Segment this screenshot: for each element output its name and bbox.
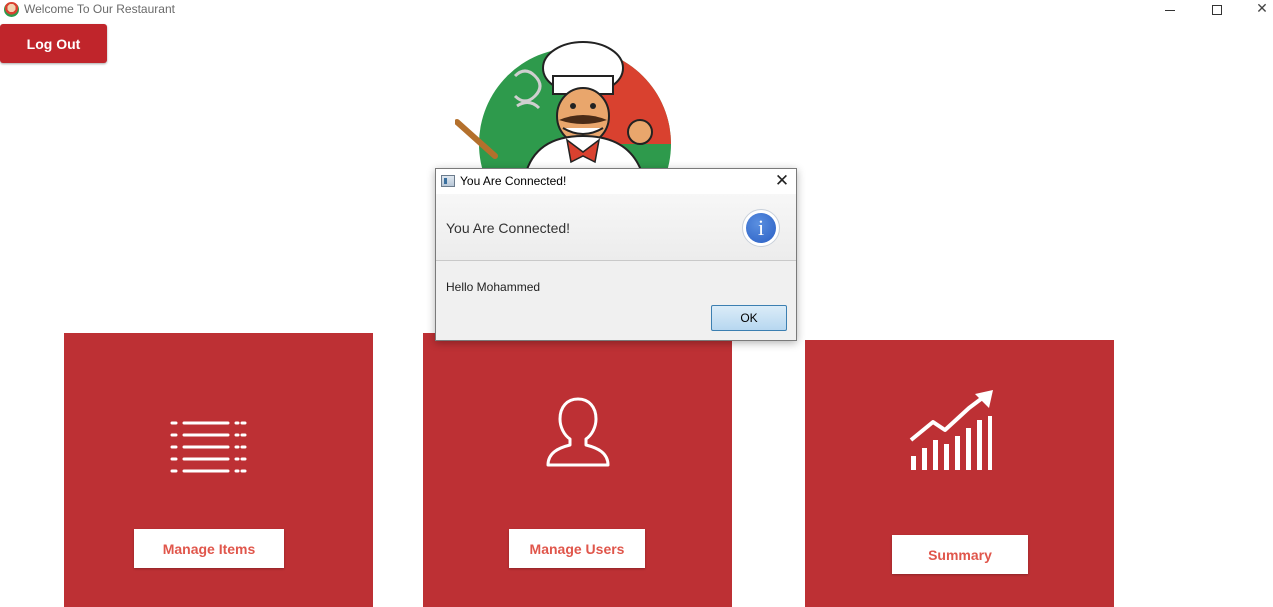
window-icon <box>441 175 455 187</box>
manage-items-button[interactable]: Manage Items <box>134 529 284 568</box>
dialog-title: You Are Connected! <box>460 174 567 188</box>
chef-app-icon <box>4 2 19 17</box>
window-title: Welcome To Our Restaurant <box>24 2 175 16</box>
ok-button[interactable]: OK <box>711 305 787 331</box>
connected-dialog: You Are Connected! ✕ You Are Connected! … <box>435 168 797 341</box>
dialog-header: You Are Connected! i <box>436 194 796 261</box>
user-icon <box>546 397 610 467</box>
dialog-message: Hello Mohammed <box>446 280 541 294</box>
summary-button[interactable]: Summary <box>892 535 1028 574</box>
minimize-icon[interactable] <box>1148 0 1192 18</box>
logout-button[interactable]: Log Out <box>0 24 107 63</box>
summary-tile[interactable]: Summary <box>805 340 1114 607</box>
dialog-titlebar: You Are Connected! ✕ <box>436 169 796 194</box>
window-titlebar: Welcome To Our Restaurant ✕ <box>0 0 1273 20</box>
list-icon <box>170 421 247 473</box>
close-icon[interactable]: ✕ <box>772 171 792 191</box>
growth-chart-icon <box>909 390 993 470</box>
info-icon: i <box>742 209 780 247</box>
close-window-icon[interactable]: ✕ <box>1240 0 1273 18</box>
chef-logo <box>455 41 671 176</box>
manage-users-tile[interactable]: Manage Users <box>423 333 732 607</box>
maximize-icon[interactable] <box>1195 0 1239 18</box>
manage-items-tile[interactable]: Manage Items <box>64 333 373 607</box>
dialog-header-text: You Are Connected! <box>446 220 571 236</box>
manage-users-button[interactable]: Manage Users <box>509 529 645 568</box>
